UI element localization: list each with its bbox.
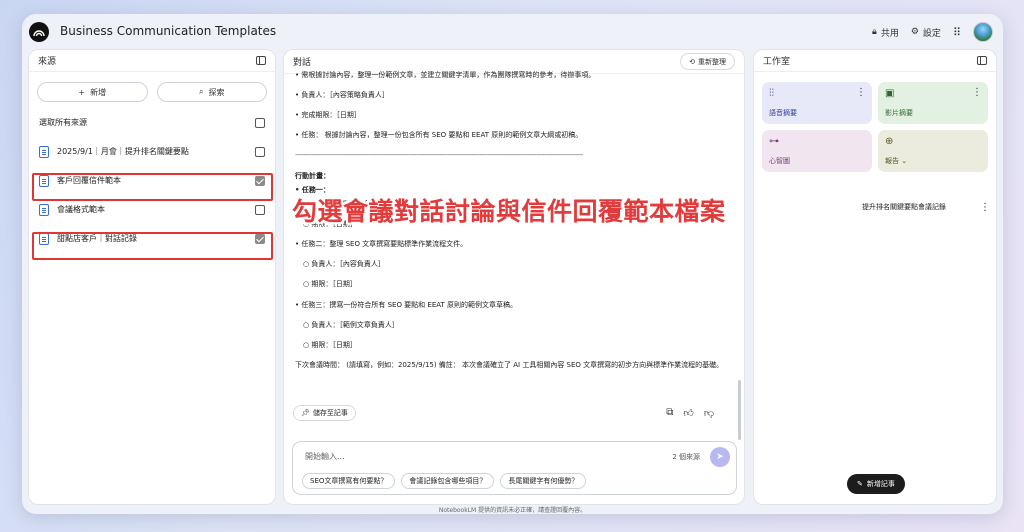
apps-grid-icon[interactable]: ⠿ bbox=[953, 26, 961, 39]
chat-input[interactable]: 開始輸入... bbox=[305, 451, 345, 462]
select-all-row[interactable]: 選取所有來源 bbox=[29, 108, 275, 137]
footer-disclaimer: NotebookLM 提供的資訊未必正確，請查證回覆內容。 bbox=[438, 507, 587, 514]
feedback-icons: ⧉ 👍︎ 👎︎ bbox=[666, 407, 714, 419]
studio-header: 工作室 bbox=[754, 50, 996, 72]
plus-icon: + bbox=[78, 87, 86, 97]
suggestion-chip[interactable]: SEO文章撰寫有何要點？ bbox=[302, 473, 396, 489]
source-item[interactable]: 客戶回覆信件範本 bbox=[29, 166, 275, 195]
add-note-button[interactable]: ✎ 新增記事 bbox=[847, 474, 905, 494]
pin-icon: 📌︎ bbox=[301, 409, 310, 417]
report-tile[interactable]: ⊕ 報告 ⌄ bbox=[878, 130, 988, 172]
document-icon bbox=[39, 232, 49, 245]
suggestion-chip[interactable]: 會議記錄包含哪些項目？ bbox=[401, 473, 495, 489]
thumbs-up-icon[interactable]: 👍︎ bbox=[683, 407, 693, 419]
document-icon bbox=[39, 145, 49, 158]
document-icon bbox=[39, 174, 49, 187]
collapse-panel-icon[interactable] bbox=[977, 56, 987, 65]
studio-panel: 工作室 ⫶⫶ ⋮ 語音摘要 ▣ ⋮ 影片摘要 ⊶ 心智圖 ⊕ 報告 ⌄ 提升排名… bbox=[753, 49, 997, 505]
copy-icon[interactable]: ⧉ bbox=[666, 407, 673, 419]
source-checkbox[interactable] bbox=[255, 204, 265, 215]
note-item[interactable]: 提升排名關鍵要點會議記錄 ⋮ bbox=[762, 202, 990, 213]
source-count: 2 個來源 bbox=[672, 453, 700, 461]
source-checkbox[interactable] bbox=[255, 233, 265, 244]
source-checkbox[interactable] bbox=[255, 175, 265, 186]
avatar[interactable] bbox=[973, 22, 993, 42]
top-actions: 🔒︎ 共用 ⚙ 設定 ⠿ bbox=[872, 22, 993, 42]
refresh-icon: ⟲ bbox=[689, 57, 695, 66]
chat-scrollbar[interactable] bbox=[738, 380, 741, 440]
mindmap-tile[interactable]: ⊶ 心智圖 bbox=[762, 130, 872, 172]
notebook-title[interactable]: Business Communication Templates bbox=[60, 24, 276, 38]
search-sparkle-icon: ⌕ bbox=[199, 87, 204, 96]
chat-input-box[interactable]: 開始輸入... 2 個來源 ➤ SEO文章撰寫有何要點？ 會議記錄包含哪些項目？… bbox=[292, 441, 737, 495]
more-options-icon[interactable]: ⋮ bbox=[980, 202, 990, 213]
save-to-note-button[interactable]: 📌︎ 儲存至記事 bbox=[293, 405, 356, 421]
add-source-button[interactable]: + 新增 bbox=[37, 82, 148, 102]
more-options-icon[interactable]: ⋮ bbox=[856, 87, 866, 98]
waveform-icon: ⫶⫶ bbox=[769, 88, 774, 99]
select-all-checkbox[interactable] bbox=[255, 117, 265, 128]
video-icon: ▣ bbox=[885, 88, 895, 99]
divider: ----------------------------------------… bbox=[295, 151, 583, 160]
pencil-icon: ✎ bbox=[857, 480, 863, 488]
notebooklm-logo-icon[interactable] bbox=[29, 22, 49, 42]
refresh-button[interactable]: ⟲ 重新整理 bbox=[680, 53, 735, 70]
sources-header: 來源 bbox=[29, 50, 275, 72]
thumbs-down-icon[interactable]: 👎︎ bbox=[704, 407, 714, 419]
settings-button[interactable]: ⚙ 設定 bbox=[911, 26, 941, 39]
share-button[interactable]: 🔒︎ 共用 bbox=[872, 26, 899, 39]
gear-icon: ⚙ bbox=[910, 27, 919, 37]
sources-panel: 來源 + 新增 ⌕ 探索 選取所有來源 2025/9/1｜月會｜提升排名關鍵要點 客… bbox=[28, 49, 276, 505]
collapse-panel-icon[interactable] bbox=[256, 56, 266, 65]
app-window: Business Communication Templates 🔒︎ 共用 ⚙ 設… bbox=[22, 14, 1003, 514]
audio-overview-tile[interactable]: ⫶⫶ ⋮ 語音摘要 bbox=[762, 82, 872, 124]
video-overview-tile[interactable]: ▣ ⋮ 影片摘要 bbox=[878, 82, 988, 124]
source-item[interactable]: 2025/9/1｜月會｜提升排名關鍵要點 bbox=[29, 137, 275, 166]
more-options-icon[interactable]: ⋮ bbox=[972, 87, 982, 98]
document-icon bbox=[39, 203, 49, 216]
report-icon: ⊕ bbox=[885, 136, 894, 147]
send-icon[interactable]: ➤ bbox=[710, 447, 730, 467]
mindmap-icon: ⊶ bbox=[769, 136, 779, 147]
suggestion-chip[interactable]: 長尾關鍵字有何優勢？ bbox=[500, 473, 587, 489]
lock-icon: 🔒︎ bbox=[872, 27, 877, 37]
source-item[interactable]: 會議格式範本 bbox=[29, 195, 275, 224]
source-checkbox[interactable] bbox=[255, 146, 265, 157]
chevron-down-icon: ⌄ bbox=[901, 157, 908, 165]
overlay-caption: 勾選會議對話討論與信件回覆範本檔案 bbox=[292, 197, 726, 226]
source-item[interactable]: 甜點店客戶｜對話記錄 bbox=[29, 224, 275, 253]
explore-button[interactable]: ⌕ 探索 bbox=[156, 82, 267, 102]
top-bar: Business Communication Templates 🔒︎ 共用 ⚙ 設… bbox=[22, 14, 1003, 48]
chat-panel: 對話 ⟲ 重新整理 • 需根據討論內容，整理一份範例文章，並建立關鍵字清單，作為團… bbox=[283, 49, 745, 505]
